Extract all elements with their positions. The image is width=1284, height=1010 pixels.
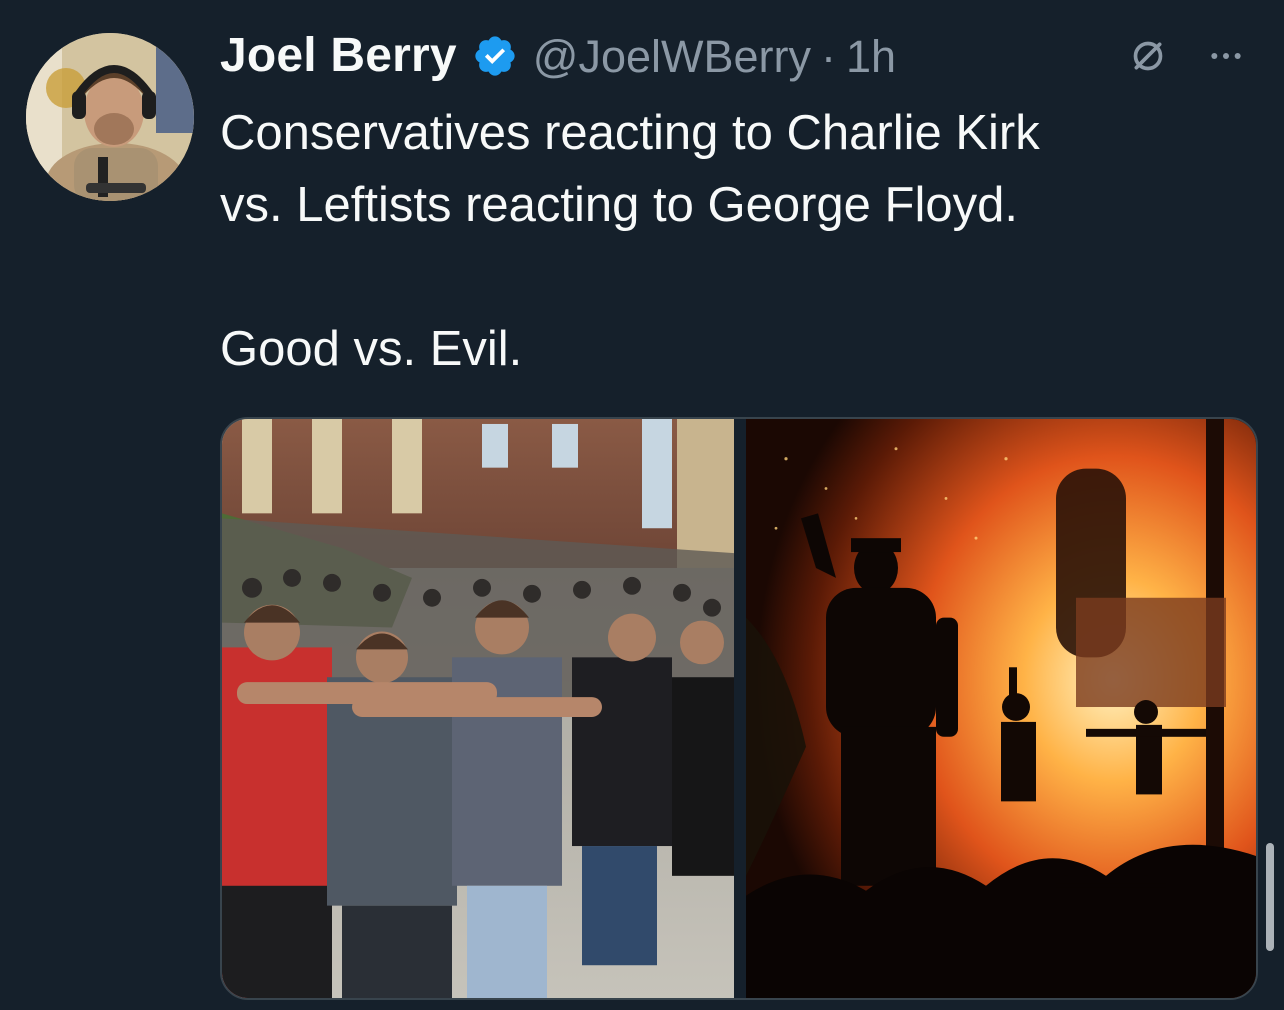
scrollbar-thumb[interactable] (1266, 843, 1274, 951)
tweet-media-grid (220, 417, 1258, 1000)
fire-protest-photo (746, 419, 1256, 998)
more-icon[interactable] (1200, 30, 1252, 82)
tweet-header: Joel Berry @JoelWBerry · 1h (220, 26, 1260, 86)
grok-icon[interactable] (1122, 30, 1174, 82)
author-display-name[interactable]: Joel Berry (220, 32, 457, 80)
crowd-praying-photo (222, 419, 734, 998)
header-actions (1122, 26, 1252, 86)
tweet-text-line-3: Good vs. Evil. (220, 322, 523, 377)
author-handle[interactable]: @JoelWBerry (533, 34, 811, 79)
tweet-timestamp[interactable]: 1h (846, 34, 896, 79)
verified-badge-icon[interactable] (469, 30, 521, 82)
tweet-text-line-1: Conservatives reacting to Charlie Kirk (220, 106, 1040, 160)
separator-dot: · (821, 30, 837, 82)
avatar-image (26, 33, 194, 201)
tweet-text-line-2: vs. Leftists reacting to George Floyd. (220, 178, 1018, 233)
media-divider (734, 419, 746, 998)
media-right-photo[interactable] (746, 419, 1256, 998)
media-left-photo[interactable] (222, 419, 734, 998)
author-avatar[interactable] (26, 33, 194, 201)
tweet-text: Conservatives reacting to Charlie Kirk v… (220, 97, 1240, 385)
